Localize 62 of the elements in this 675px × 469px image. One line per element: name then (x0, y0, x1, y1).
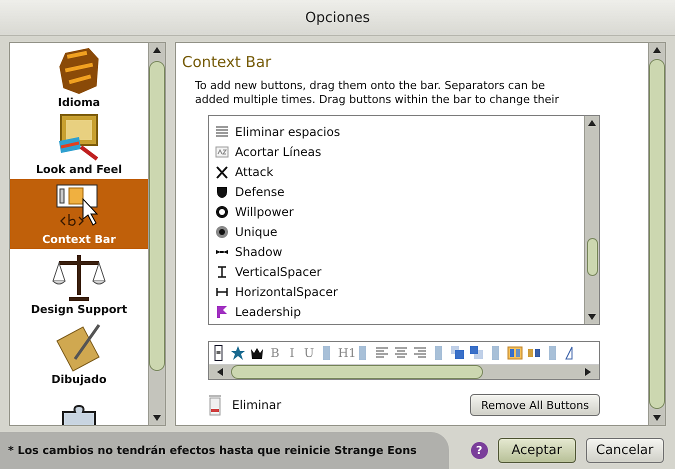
window-title: Opciones (305, 10, 370, 26)
sidebar-label: Design Support (30, 303, 128, 316)
sidebar-label: Idioma (58, 96, 100, 109)
list-item[interactable]: Shadow (209, 242, 584, 262)
star-icon[interactable] (230, 345, 246, 361)
horizontal-spacer-icon (215, 285, 229, 299)
scroll-up-arrow-icon[interactable] (653, 47, 661, 53)
flag-icon (215, 305, 229, 319)
sidebar-label: Look and Feel (36, 163, 122, 176)
scroll-thumb[interactable] (149, 61, 165, 371)
list-item[interactable]: Acortar Líneas (209, 142, 584, 162)
puzzle-piece-icon (62, 405, 96, 425)
lines-icon (215, 125, 229, 139)
scroll-right-arrow-icon[interactable] (585, 368, 591, 376)
list-item[interactable]: Attack (209, 162, 584, 182)
list-item[interactable]: Eliminar espacios (209, 122, 584, 142)
list-item[interactable]: Defense (209, 182, 584, 202)
scrollbar[interactable] (584, 116, 599, 324)
sidebar-item[interactable]: Design Support (10, 249, 148, 319)
crossed-axes-icon (215, 165, 229, 179)
vertical-spacer-icon (215, 265, 229, 279)
shield-icon (215, 185, 229, 199)
scroll-thumb[interactable] (231, 365, 483, 379)
section-heading: Context Bar (182, 53, 272, 73)
toolbar-button[interactable]: H1 (338, 346, 352, 360)
scroll-down-arrow-icon[interactable] (653, 415, 661, 421)
trash-drop-target[interactable]: Eliminar (208, 394, 282, 416)
toolbar-button[interactable]: I (285, 346, 299, 360)
sidebar-item[interactable]: Context Bar (10, 179, 148, 249)
remove-all-button[interactable]: Remove All Buttons (470, 394, 600, 416)
list-item[interactable]: Willpower (209, 202, 584, 222)
help-button[interactable]: ? (470, 442, 488, 459)
scroll-thumb[interactable] (586, 238, 598, 276)
trash-can-icon (208, 394, 222, 416)
sidebar-label: Context Bar (42, 233, 116, 246)
scroll-down-arrow-icon[interactable] (153, 415, 161, 421)
sidebar-item[interactable]: Look and Feel (10, 109, 148, 179)
sort-text-icon (215, 145, 229, 159)
scroll-up-arrow-icon[interactable] (588, 120, 596, 126)
accept-button[interactable]: Aceptar (498, 438, 576, 463)
sidebar-item[interactable]: Dibujado (10, 319, 148, 389)
scrollbar[interactable] (148, 43, 165, 425)
scroll-left-arrow-icon[interactable] (217, 368, 223, 376)
scroll-up-arrow-icon[interactable] (153, 47, 161, 53)
description-text: To add new buttons, drag them onto the bar. Separators can be added multiple times. Drag buttons within the bar to change their (195, 79, 560, 108)
sidebar-label: Dibujado (51, 373, 107, 386)
restart-note: * Los cambios no tendrán efectos hasta que reinicie Strange Eons (0, 432, 449, 469)
cancel-button[interactable]: Cancelar (586, 438, 664, 463)
scroll-down-arrow-icon[interactable] (588, 314, 596, 320)
layout-icon[interactable] (507, 345, 523, 361)
ring-icon (215, 205, 229, 219)
list-item[interactable]: VerticalSpacer (209, 262, 584, 282)
toolbar-button[interactable]: B (268, 346, 282, 360)
list-item[interactable]: Leadership (209, 302, 584, 322)
list-item[interactable]: HorizontalSpacer (209, 282, 584, 302)
layers-icon[interactable] (469, 345, 485, 361)
scrollbar[interactable] (209, 365, 599, 379)
list-item[interactable]: Unique (209, 222, 584, 242)
sidebar-item[interactable]: Idioma (10, 43, 148, 109)
target-icon (215, 225, 229, 239)
layers-icon[interactable] (450, 345, 466, 361)
toolbar-button[interactable]: U (302, 346, 316, 360)
